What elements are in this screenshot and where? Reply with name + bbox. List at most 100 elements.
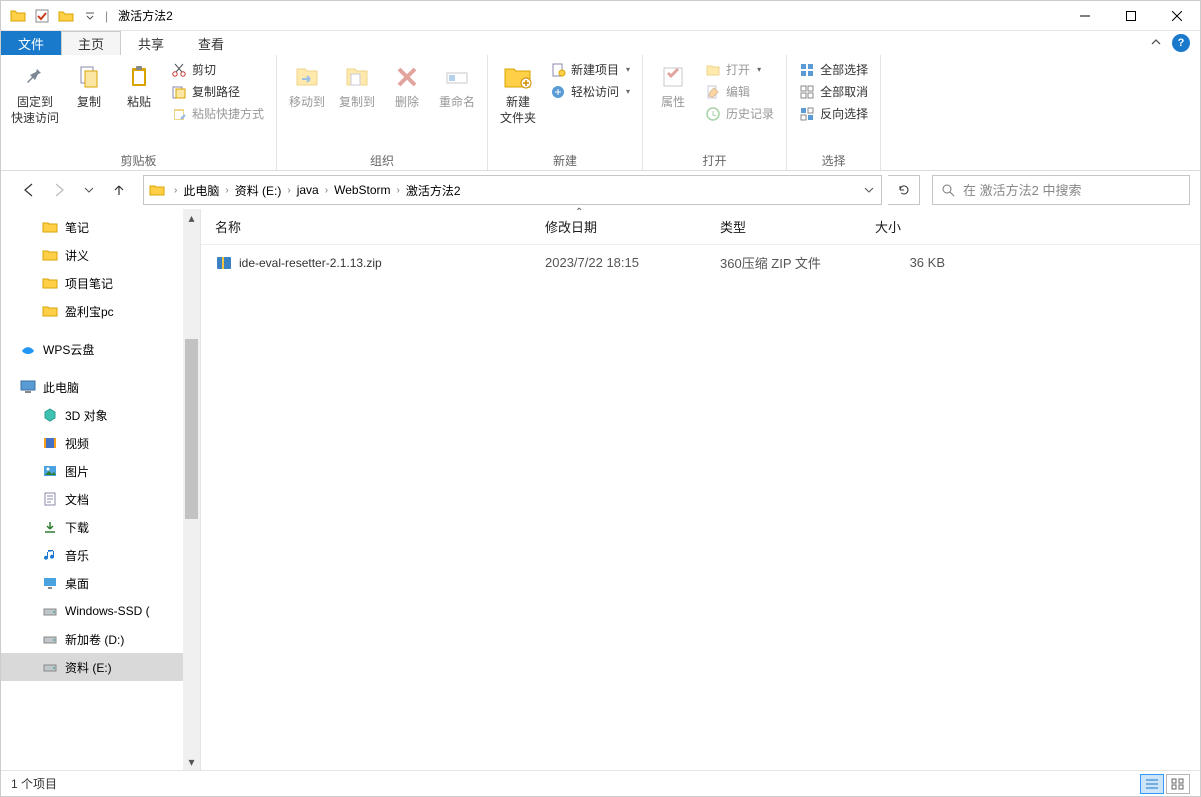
new-folder-button[interactable]: 新建文件夹: [494, 57, 542, 126]
tab-share[interactable]: 共享: [121, 31, 181, 55]
breadcrumb-item[interactable]: 资料 (E:): [233, 182, 284, 199]
breadcrumb-item[interactable]: 激活方法2: [404, 182, 463, 199]
tree-item[interactable]: 笔记: [1, 213, 200, 241]
minimize-button[interactable]: [1062, 1, 1108, 31]
ribbon-collapse-icon[interactable]: [1150, 37, 1162, 49]
new-item-button[interactable]: 新建项目▾: [544, 59, 636, 80]
scroll-down-icon[interactable]: ▾: [183, 753, 200, 770]
tree-item[interactable]: 音乐: [1, 541, 200, 569]
scrollbar-thumb[interactable]: [185, 339, 198, 519]
pin-to-quick-access-button[interactable]: 固定到快速访问: [7, 57, 63, 126]
tree-item[interactable]: 讲义: [1, 241, 200, 269]
tree-item[interactable]: 桌面: [1, 569, 200, 597]
open-icon: [705, 62, 721, 78]
tree-item[interactable]: 3D 对象: [1, 401, 200, 429]
tab-view[interactable]: 查看: [181, 31, 241, 55]
paste-shortcut-button[interactable]: 粘贴快捷方式: [165, 103, 270, 124]
ribbon-group-select: 全部选择 全部取消 反向选择 选择: [787, 55, 881, 170]
breadcrumb-item[interactable]: 此电脑: [181, 182, 221, 199]
scissors-icon: [171, 62, 187, 78]
tree-item[interactable]: Windows-SSD (: [1, 597, 200, 625]
tree-item-label: 讲义: [65, 247, 89, 264]
tree-item[interactable]: 新加卷 (D:): [1, 625, 200, 653]
paste-button[interactable]: 粘贴: [115, 57, 163, 111]
search-box[interactable]: [932, 175, 1190, 205]
properties-button[interactable]: 属性: [649, 57, 697, 111]
close-button[interactable]: [1154, 1, 1200, 31]
column-date[interactable]: 修改日期: [545, 217, 720, 236]
chevron-right-icon[interactable]: ›: [221, 185, 232, 196]
chevron-right-icon[interactable]: ›: [393, 185, 404, 196]
tree-item[interactable]: 资料 (E:): [1, 653, 200, 681]
search-input[interactable]: [963, 183, 1181, 198]
large-icons-view-button[interactable]: [1166, 774, 1190, 794]
tree-item-label: 视频: [65, 435, 89, 452]
breadcrumb-item[interactable]: java: [295, 183, 321, 197]
refresh-button[interactable]: [888, 175, 920, 205]
cut-button[interactable]: 剪切: [165, 59, 270, 80]
forward-button[interactable]: [49, 180, 69, 200]
edit-button[interactable]: 编辑: [699, 81, 780, 102]
ribbon: 固定到快速访问 复制 粘贴 剪切 复制路径 粘贴快捷方式 剪贴板 移动到: [1, 55, 1200, 171]
view-toggle-group: [1140, 774, 1190, 794]
copy-button[interactable]: 复制: [65, 57, 113, 111]
column-name[interactable]: 名称: [215, 217, 545, 236]
edit-icon: [705, 84, 721, 100]
tree-item[interactable]: 图片: [1, 457, 200, 485]
tree-item[interactable]: 盈利宝pc: [1, 297, 200, 325]
tree-item[interactable]: 视频: [1, 429, 200, 457]
tree-item-label: 图片: [65, 463, 89, 480]
file-name: ide-eval-resetter-2.1.13.zip: [239, 256, 382, 270]
copy-to-button[interactable]: 复制到: [333, 57, 381, 111]
file-row[interactable]: ide-eval-resetter-2.1.13.zip 2023/7/22 1…: [201, 245, 1200, 280]
tree-item-this-pc[interactable]: 此电脑: [1, 373, 200, 401]
details-view-button[interactable]: [1140, 774, 1164, 794]
ribbon-group-label: 剪贴板: [7, 152, 270, 170]
address-bar[interactable]: › 此电脑 › 资料 (E:) › java › WebStorm › 激活方法…: [143, 175, 882, 205]
tab-home[interactable]: 主页: [61, 31, 121, 55]
rename-button[interactable]: 重命名: [433, 57, 481, 111]
scroll-up-icon[interactable]: ▴: [183, 209, 200, 226]
select-none-button[interactable]: 全部取消: [793, 81, 874, 102]
tree-item-label: 下载: [65, 519, 89, 536]
up-button[interactable]: [109, 180, 129, 200]
tree-item-wps[interactable]: WPS云盘: [1, 335, 200, 363]
help-button[interactable]: ?: [1172, 34, 1190, 52]
tree-item-label: 新加卷 (D:): [65, 631, 124, 648]
invert-selection-icon: [799, 106, 815, 122]
address-dropdown-button[interactable]: [855, 176, 881, 204]
recent-dropdown-button[interactable]: [79, 180, 99, 200]
chevron-right-icon[interactable]: ›: [283, 185, 294, 196]
title-separator: |: [105, 9, 108, 23]
maximize-button[interactable]: [1108, 1, 1154, 31]
invert-selection-button[interactable]: 反向选择: [793, 103, 874, 124]
delete-button[interactable]: 删除: [383, 57, 431, 111]
tab-file[interactable]: 文件: [1, 31, 61, 55]
column-size[interactable]: 大小: [875, 217, 965, 236]
paste-shortcut-icon: [171, 106, 187, 122]
history-button[interactable]: 历史记录: [699, 103, 780, 124]
copy-path-button[interactable]: 复制路径: [165, 81, 270, 102]
easy-access-button[interactable]: 轻松访问▾: [544, 81, 636, 102]
breadcrumb-item[interactable]: WebStorm: [332, 183, 392, 197]
tree-item-label: Windows-SSD (: [65, 604, 150, 618]
navigation-pane[interactable]: 笔记讲义项目笔记盈利宝pc WPS云盘此电脑3D 对象视频图片文档下载音乐桌面 Wi…: [1, 209, 201, 770]
back-button[interactable]: [19, 180, 39, 200]
tree-item[interactable]: 项目笔记: [1, 269, 200, 297]
open-button[interactable]: 打开▾: [699, 59, 780, 80]
music-icon: [41, 546, 59, 564]
select-all-button[interactable]: 全部选择: [793, 59, 874, 80]
chevron-right-icon[interactable]: ›: [170, 185, 181, 196]
qat-dropdown-icon[interactable]: [79, 5, 101, 27]
tree-item[interactable]: 文档: [1, 485, 200, 513]
select-all-icon: [799, 62, 815, 78]
new-item-icon: [550, 62, 566, 78]
file-list[interactable]: ide-eval-resetter-2.1.13.zip 2023/7/22 1…: [201, 245, 1200, 770]
chevron-right-icon[interactable]: ›: [321, 185, 332, 196]
ribbon-group-label: 选择: [793, 152, 874, 170]
sidebar-scrollbar[interactable]: ▴ ▾: [183, 209, 200, 770]
ribbon-group-open: 属性 打开▾ 编辑 历史记录 打开: [643, 55, 787, 170]
tree-item[interactable]: 下载: [1, 513, 200, 541]
move-to-button[interactable]: 移动到: [283, 57, 331, 111]
column-type[interactable]: 类型: [720, 217, 875, 236]
